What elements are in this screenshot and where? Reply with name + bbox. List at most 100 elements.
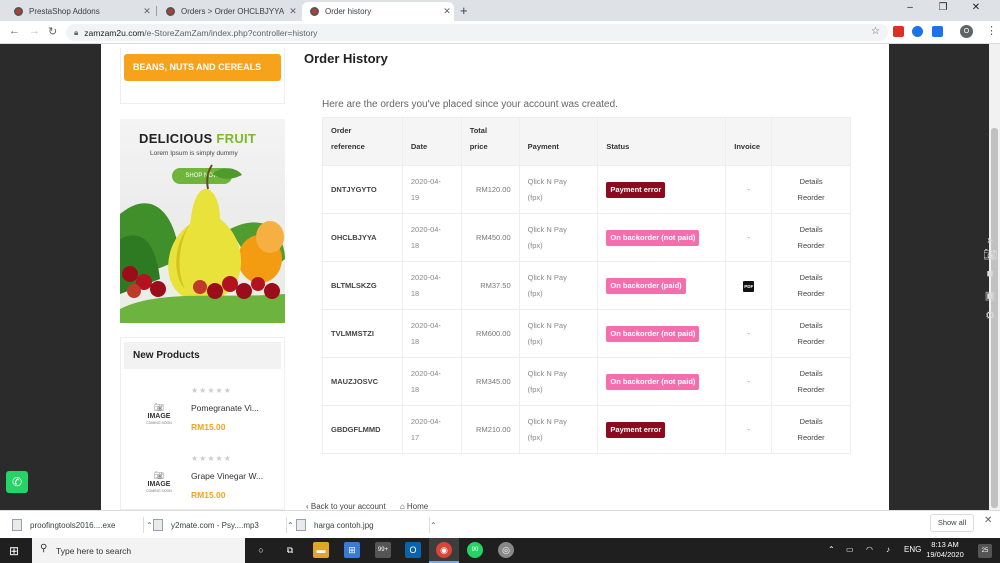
browser-tab-active[interactable]: Order history ✕ (302, 2, 454, 21)
reorder-link[interactable]: Reorder (798, 241, 825, 250)
tab-close-icon[interactable]: ✕ (140, 6, 154, 17)
restore-button[interactable]: ❐ (928, 2, 958, 13)
file-explorer-icon[interactable]: ▬ (313, 542, 329, 558)
order-total: RM600.00 (460, 309, 520, 358)
show-all-downloads-button[interactable]: Show all (930, 514, 974, 532)
details-link[interactable]: Details (800, 177, 823, 186)
reload-button[interactable]: ↻ (48, 25, 57, 38)
window-close-button[interactable]: ✕ (961, 2, 991, 13)
order-invoice: - (725, 405, 773, 454)
order-invoice: - (725, 309, 773, 358)
forward-button[interactable]: → (29, 25, 40, 37)
tab-close-icon[interactable]: ✕ (440, 6, 454, 17)
order-row: MAUZJOSVC 2020-04- 18 RM345.00 Qlick N Pay (f… (322, 357, 851, 406)
address-bar[interactable]: 🔒︎ zamzam2u.com/e-StoreZamZam/index.php?… (66, 24, 888, 41)
bookmark-star-icon[interactable]: ☆ (871, 26, 880, 37)
site-favicon-icon (14, 7, 23, 16)
product-name-link[interactable]: Grape Vinegar W... (191, 471, 263, 481)
reorder-link[interactable]: Reorder (798, 289, 825, 298)
order-row: BLTMLSKZG 2020-04- 18 RM37.50 Qlick N Pay (fp… (322, 261, 851, 310)
pdf-invoice-icon[interactable]: PDF (743, 280, 755, 292)
product-price: RM15.00 (191, 422, 226, 432)
order-row: TVLMMSTZI 2020-04- 18 RM600.00 Qlick N Pay (f… (322, 309, 851, 358)
promo-banner[interactable]: DELICIOUS FRUIT Lorem Ipsum is simply du… (120, 119, 285, 323)
chrome-icon[interactable]: ◉ (436, 542, 452, 558)
volume-icon[interactable]: ♪ (886, 545, 890, 554)
order-date: 2020-04- 18 (401, 357, 462, 406)
new-tab-button[interactable]: + (460, 3, 468, 18)
details-link[interactable]: Details (800, 273, 823, 282)
reorder-link[interactable]: Reorder (798, 433, 825, 442)
mail-badge-icon[interactable]: 99+ (375, 542, 391, 558)
invoice-empty: - (747, 184, 750, 194)
microsoft-store-icon[interactable]: ⊞ (344, 542, 360, 558)
order-date: 2020-04- 18 (401, 309, 462, 358)
notifications-icon[interactable]: 25 (978, 544, 992, 558)
reorder-link[interactable]: Reorder (798, 337, 825, 346)
back-button[interactable]: ← (9, 25, 20, 37)
cortana-icon[interactable]: ○ (253, 542, 269, 558)
chevron-up-icon[interactable]: ⌃ (430, 521, 437, 530)
reorder-link[interactable]: Reorder (798, 193, 825, 202)
browser-tab-2[interactable]: Orders > Order OHCLBJYYA from ✕ (158, 2, 300, 21)
order-payment: Qlick N Pay (fpx) (518, 165, 599, 214)
order-actions: Details Reorder (771, 309, 851, 358)
browser-menu-icon[interactable]: ⋮ (986, 24, 997, 37)
status-badge: On backorder (not paid) (606, 373, 700, 390)
details-link[interactable]: Details (800, 321, 823, 330)
extension-icon[interactable] (893, 26, 904, 37)
lock-icon: 🔒︎ (74, 27, 79, 37)
details-link[interactable]: Details (800, 417, 823, 426)
column-header-total: Total price (460, 117, 520, 166)
extension-icon[interactable] (932, 26, 943, 37)
windows-start-icon[interactable]: ⊞ (9, 544, 19, 558)
outlook-icon[interactable]: O (405, 542, 421, 558)
app-icon[interactable]: ◎ (498, 542, 514, 558)
chevron-up-icon[interactable]: ⌃ (287, 521, 294, 530)
gallery-icon[interactable]: ▣ (982, 289, 998, 303)
settings-gear-icon[interactable]: ⚙ (982, 309, 998, 323)
product-image-placeholder[interactable]: 📷︎ IMAGE COMING SOON (139, 471, 179, 501)
tab-close-icon[interactable]: ✕ (286, 6, 300, 17)
fruit-illustration (120, 164, 285, 323)
task-view-icon[interactable]: ⧉ (282, 542, 298, 558)
download-item[interactable]: harga contoh.jpg ⌃ (296, 516, 437, 534)
details-link[interactable]: Details (800, 369, 823, 378)
order-total: RM120.00 (460, 165, 520, 214)
status-badge: On backorder (paid) (606, 277, 686, 294)
invoice-empty: - (747, 376, 750, 386)
category-button-beans-nuts-cereals[interactable]: BEANS, NUTS AND CEREALS (124, 54, 281, 81)
language-indicator[interactable]: ENG (904, 545, 921, 554)
profile-avatar[interactable]: O (960, 25, 973, 38)
chevron-up-icon[interactable]: ⌃ (146, 521, 153, 530)
camera-icon[interactable]: 📷︎ (982, 248, 998, 262)
camera-icon: 📷︎ (153, 471, 165, 480)
reorder-link[interactable]: Reorder (798, 385, 825, 394)
download-item[interactable]: proofingtools2016....exe ⌃ (12, 516, 153, 534)
whatsapp-taskbar-icon[interactable]: 90 (467, 542, 483, 558)
column-header-actions (771, 117, 851, 166)
whatsapp-chat-button[interactable]: ✆ (6, 471, 28, 493)
video-icon[interactable]: ■ (982, 268, 998, 282)
minimize-button[interactable]: – (895, 2, 925, 13)
order-reference: GBDGFLMMD (322, 405, 403, 454)
product-image-placeholder[interactable]: 📷︎ IMAGE COMING SOON (139, 403, 179, 433)
taskbar-clock[interactable]: 8:13 AM 19/04/2020 (922, 540, 968, 560)
battery-icon[interactable]: ▭ (846, 545, 854, 554)
placeholder-sublabel: COMING SOON (146, 421, 172, 425)
tray-chevron-up-icon[interactable]: ⌃ (828, 545, 835, 554)
taskbar-search-box[interactable]: ⚲ Type here to search (32, 538, 245, 563)
download-item[interactable]: y2mate.com - Psy....mp3 ⌃ (153, 516, 294, 534)
details-link[interactable]: Details (800, 225, 823, 234)
camera-icon: 📷︎ (153, 403, 165, 412)
close-downloads-icon[interactable]: ✕ (984, 515, 992, 526)
order-total: RM37.50 (460, 261, 520, 310)
order-invoice: PDF (725, 261, 773, 310)
extension-icon[interactable] (912, 26, 923, 37)
product-rating-stars: ★★★★★ (191, 386, 232, 395)
product-name-link[interactable]: Pomegranate Vi... (191, 403, 259, 413)
browser-tab-1[interactable]: PrestaShop Addons ✕ (6, 2, 154, 21)
status-badge: Payment error (606, 181, 666, 198)
invoice-empty: - (747, 328, 750, 338)
wifi-icon[interactable]: ◠ (866, 545, 873, 554)
